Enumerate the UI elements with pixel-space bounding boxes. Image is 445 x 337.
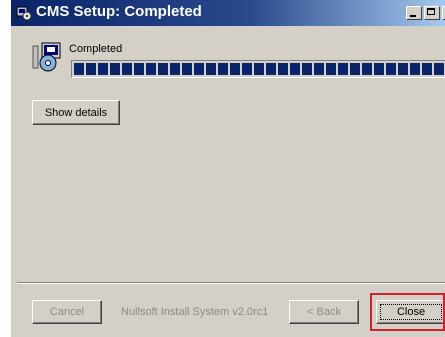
install-disc-icon	[32, 42, 61, 72]
window-title: CMS Setup: Completed	[36, 3, 202, 20]
back-button[interactable]: < Back	[289, 300, 359, 324]
installer-window: CMS Setup: Completed Completed Show deta…	[10, 0, 445, 337]
maximize-button[interactable]	[424, 6, 440, 20]
title-bar[interactable]: CMS Setup: Completed	[11, 0, 445, 26]
branding-text: Nullsoft Install System v2.0rc1	[121, 306, 269, 318]
progress-bar	[71, 60, 445, 78]
progress-fill	[74, 63, 445, 75]
installer-icon	[16, 6, 32, 21]
show-details-label: Show details	[44, 106, 108, 119]
cancel-label: Cancel	[49, 306, 85, 318]
back-label: < Back	[307, 306, 341, 318]
minimize-button[interactable]	[406, 6, 422, 20]
divider	[17, 282, 445, 284]
show-details-button[interactable]: Show details	[32, 100, 120, 125]
cancel-button[interactable]: Cancel	[32, 300, 102, 324]
highlight-box	[370, 293, 445, 331]
status-label: Completed	[69, 43, 123, 55]
